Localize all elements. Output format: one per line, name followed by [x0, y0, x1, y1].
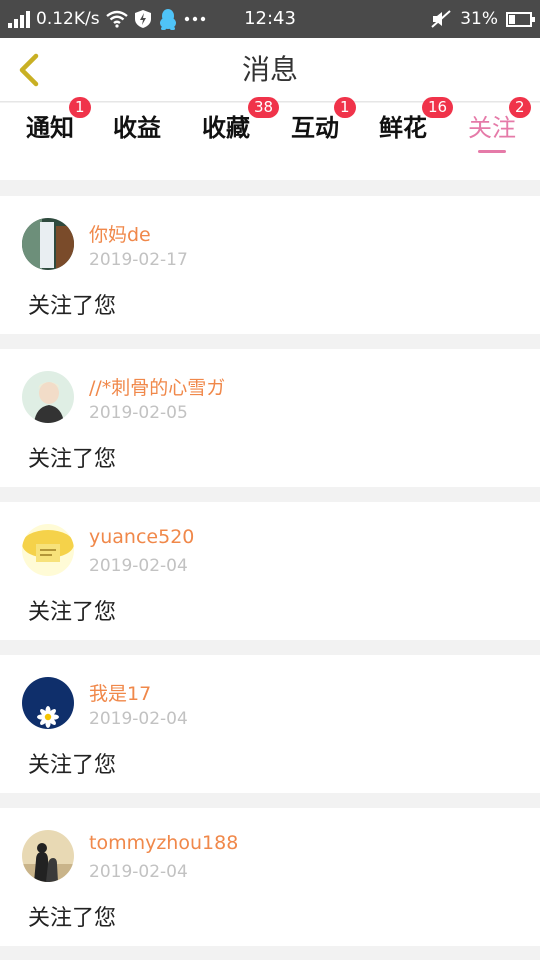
battery-percent: 31%: [460, 9, 498, 29]
message-date: 2019-02-05: [89, 403, 188, 423]
message-text: 关注了您: [28, 906, 117, 931]
message-text: 关注了您: [28, 600, 117, 625]
tab-badge: 2: [509, 97, 531, 118]
tab-notifications[interactable]: 通知 1: [5, 97, 95, 160]
avatar[interactable]: [22, 830, 74, 882]
list-item[interactable]: tommyzhou188 2019-02-04 关注了您: [0, 808, 540, 946]
username-link[interactable]: //*刺骨的心雪ガ: [89, 373, 225, 400]
message-text: 关注了您: [28, 447, 117, 472]
tab-bar: 通知 1 收益 收藏 38 互动 1 鲜花 16 关注 2: [0, 97, 540, 160]
status-bar: 0.12K/s 12:43 31%: [0, 0, 540, 38]
mute-icon: [431, 10, 451, 28]
avatar-photo-icon: [22, 830, 74, 882]
tab-follows[interactable]: 关注 2: [447, 97, 537, 160]
avatar-photo-icon: [22, 218, 74, 270]
username-link[interactable]: yuance520: [89, 526, 194, 548]
active-tab-indicator: [478, 150, 506, 153]
message-date: 2019-02-04: [89, 862, 188, 882]
message-date: 2019-02-04: [89, 556, 188, 576]
tab-badge: 1: [69, 97, 91, 118]
avatar[interactable]: [22, 677, 74, 729]
tab-badge: 1: [334, 97, 356, 118]
avatar[interactable]: [22, 371, 74, 423]
avatar[interactable]: [22, 524, 74, 576]
tab-favorites[interactable]: 收藏 38: [181, 97, 280, 160]
list-item[interactable]: 我是17 2019-02-04 关注了您: [0, 655, 540, 793]
list-item-partial: [0, 160, 540, 180]
tab-earnings[interactable]: 收益: [92, 103, 182, 160]
page-title: 消息: [241, 53, 298, 86]
battery-icon: [506, 11, 535, 27]
app-header: 消息: [0, 38, 540, 102]
message-date: 2019-02-04: [89, 709, 188, 729]
list-item[interactable]: //*刺骨的心雪ガ 2019-02-05 关注了您: [0, 349, 540, 487]
avatar-daisy-icon: [22, 677, 74, 729]
avatar[interactable]: [22, 218, 74, 270]
message-text: 关注了您: [28, 294, 117, 319]
username-link[interactable]: 我是17: [89, 679, 151, 706]
list-item[interactable]: 你妈de 2019-02-17 关注了您: [0, 196, 540, 334]
username-link[interactable]: tommyzhou188: [89, 832, 238, 854]
message-date: 2019-02-17: [89, 250, 188, 270]
message-text: 关注了您: [28, 753, 117, 778]
avatar-photo-icon: [22, 524, 74, 576]
avatar-photo-icon: [22, 371, 74, 423]
tab-interactions[interactable]: 互动 1: [270, 97, 360, 160]
status-right: 31%: [430, 0, 535, 38]
username-link[interactable]: 你妈de: [89, 220, 151, 247]
tab-label: 收益: [113, 114, 161, 142]
list-item[interactable]: yuance520 2019-02-04 关注了您: [0, 502, 540, 640]
tab-flowers[interactable]: 鲜花 16: [358, 97, 454, 160]
